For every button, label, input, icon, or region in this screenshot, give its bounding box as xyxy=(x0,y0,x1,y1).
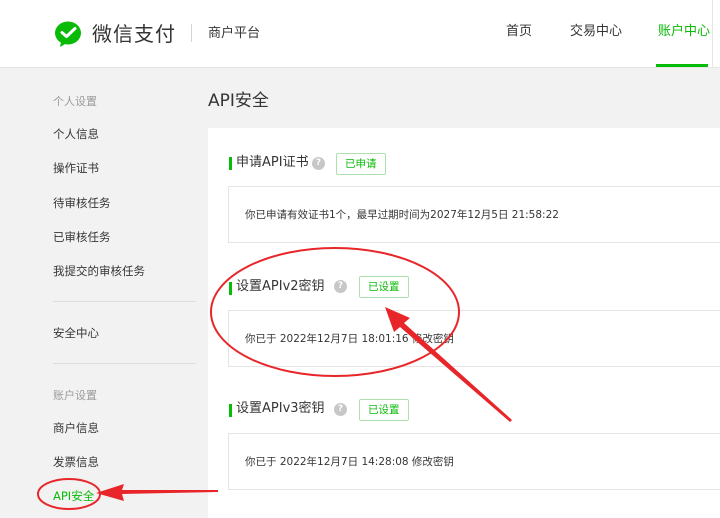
sidebar-item-operation-cert[interactable]: 操作证书 xyxy=(53,160,99,176)
sidebar-item-pending-review[interactable]: 待审核任务 xyxy=(53,195,111,211)
sidebar-divider xyxy=(53,363,196,364)
info-text-apiv2-key: 你已于 2022年12月7日 18:01:16 修改密钥 xyxy=(245,333,454,345)
wechat-pay-logo-icon xyxy=(55,21,81,47)
sidebar-item-reviewed[interactable]: 已审核任务 xyxy=(53,229,111,245)
sidebar-group-account: 账户设置 xyxy=(53,389,97,402)
platform-name: 商户平台 xyxy=(208,26,261,41)
brand-name: 微信支付 xyxy=(92,22,176,46)
sidebar-divider xyxy=(53,301,196,302)
status-badge-applied: 已申请 xyxy=(336,153,386,175)
info-box-api-cert: 你已申请有效证书1个，最早过期时间为2027年12月5日 21:58:22 xyxy=(228,186,720,243)
section-title-apiv3-key: 设置APIv3密钥 xyxy=(236,401,325,416)
nav-active-indicator xyxy=(656,64,708,67)
help-icon[interactable]: ? xyxy=(312,157,325,170)
nav-divider xyxy=(712,0,713,68)
info-text-api-cert: 你已申请有效证书1个，最早过期时间为2027年12月5日 21:58:22 xyxy=(245,209,559,221)
status-badge-set-v3: 已设置 xyxy=(359,399,409,421)
brand-divider xyxy=(191,24,192,42)
section-title-apiv2-key: 设置APIv2密钥 xyxy=(236,279,325,294)
info-box-apiv3-key: 你已于 2022年12月7日 14:28:08 修改密钥 xyxy=(228,433,720,490)
help-icon[interactable]: ? xyxy=(334,280,347,293)
sidebar-item-invoice-info[interactable]: 发票信息 xyxy=(53,454,99,470)
sidebar: 个人设置 个人信息 操作证书 待审核任务 已审核任务 我提交的审核任务 安全中心… xyxy=(0,69,208,518)
section-marker xyxy=(229,404,232,417)
help-icon[interactable]: ? xyxy=(334,403,347,416)
section-marker xyxy=(229,282,232,295)
sidebar-group-personal: 个人设置 xyxy=(53,95,97,108)
sidebar-item-my-submitted[interactable]: 我提交的审核任务 xyxy=(53,263,145,279)
info-box-apiv2-key: 你已于 2022年12月7日 18:01:16 修改密钥 xyxy=(228,310,720,367)
sidebar-item-personal-info[interactable]: 个人信息 xyxy=(53,126,99,142)
info-text-apiv3-key: 你已于 2022年12月7日 14:28:08 修改密钥 xyxy=(245,456,454,468)
nav-home[interactable]: 首页 xyxy=(506,22,532,42)
nav-account-center[interactable]: 账户中心 xyxy=(658,22,710,42)
sidebar-item-api-security[interactable]: API安全 xyxy=(53,488,94,504)
status-badge-set-v2: 已设置 xyxy=(359,276,409,298)
section-title-api-cert: 申请API证书 xyxy=(236,155,309,170)
page-title: API安全 xyxy=(208,91,269,111)
section-marker xyxy=(229,157,232,170)
sidebar-item-security-center[interactable]: 安全中心 xyxy=(53,325,99,341)
nav-trade-center[interactable]: 交易中心 xyxy=(570,22,622,42)
sidebar-item-merchant-info[interactable]: 商户信息 xyxy=(53,420,99,436)
top-header: 微信支付 商户平台 首页 交易中心 账户中心 xyxy=(0,0,720,68)
